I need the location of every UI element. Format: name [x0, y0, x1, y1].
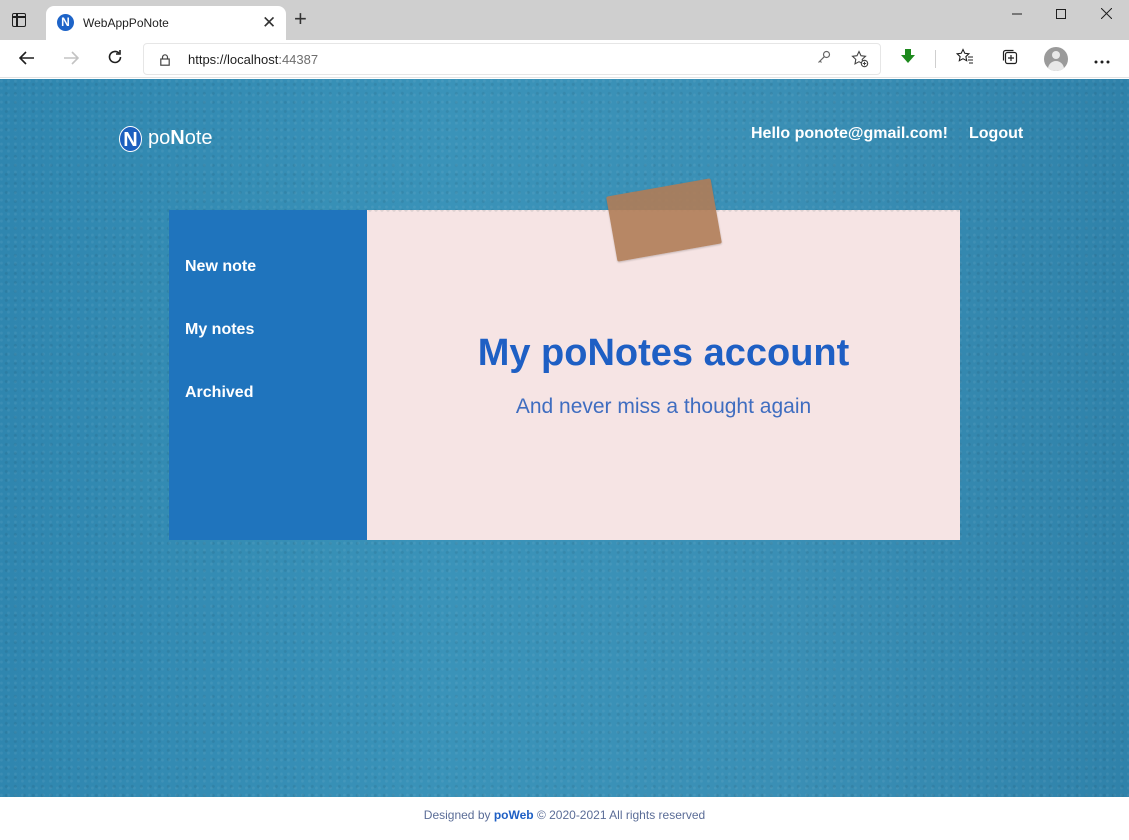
tape-decoration — [606, 178, 722, 262]
welcome-card: My poNotes account And never miss a thou… — [367, 178, 960, 540]
tab-title: WebAppPoNote — [83, 16, 169, 30]
sidebar-item-archived[interactable]: Archived — [185, 384, 253, 402]
download-icon[interactable] — [897, 48, 919, 70]
back-icon[interactable] — [14, 46, 40, 72]
page-footer: Designed by poWeb © 2020-2021 All rights… — [0, 797, 1129, 840]
new-tab-icon[interactable]: + — [294, 8, 307, 30]
refresh-icon[interactable] — [102, 46, 128, 72]
ponote-logo-icon: N — [119, 126, 142, 152]
close-tab-icon[interactable]: ✕ — [262, 13, 276, 33]
add-favorite-icon[interactable] — [850, 50, 870, 70]
sidebar: New note My notes Archived — [169, 210, 367, 540]
more-icon[interactable] — [1091, 48, 1113, 70]
user-greeting[interactable]: Hello ponote@gmail.com! — [751, 125, 948, 143]
forward-icon[interactable] — [58, 46, 84, 72]
profile-icon[interactable] — [1044, 47, 1068, 71]
address-bar[interactable]: https://localhost:44387 — [143, 43, 881, 75]
tab-actions-icon[interactable] — [12, 13, 26, 27]
minimize-icon[interactable] — [994, 2, 1040, 32]
logout-link[interactable]: Logout — [969, 125, 1023, 143]
brand-name: poNote — [148, 127, 213, 149]
page-subtitle: And never miss a thought again — [515, 395, 812, 418]
tab-strip: N WebAppPoNote ✕ + — [0, 0, 1129, 40]
favorites-icon[interactable] — [954, 48, 976, 70]
footer-brand-link[interactable]: poWeb — [494, 808, 534, 822]
sidebar-item-new-note[interactable]: New note — [185, 258, 256, 276]
collections-icon[interactable] — [999, 48, 1021, 70]
footer-text: Designed by poWeb © 2020-2021 All rights… — [423, 808, 706, 822]
sidebar-item-my-notes[interactable]: My notes — [185, 321, 254, 339]
browser-toolbar: https://localhost:44387 — [0, 40, 1129, 78]
lock-icon[interactable] — [160, 53, 170, 66]
browser-tab[interactable]: N WebAppPoNote ✕ — [46, 6, 286, 40]
url-text: https://localhost:44387 — [188, 52, 319, 67]
ponote-favicon-icon: N — [57, 14, 74, 31]
maximize-icon[interactable] — [1038, 2, 1084, 32]
key-icon[interactable] — [814, 50, 834, 70]
page-title: My poNotes account — [477, 332, 850, 374]
page-viewport: N poNote Hello ponote@gmail.com! Logout … — [0, 79, 1129, 797]
toolbar-divider — [935, 50, 936, 68]
close-window-icon[interactable] — [1083, 2, 1129, 32]
